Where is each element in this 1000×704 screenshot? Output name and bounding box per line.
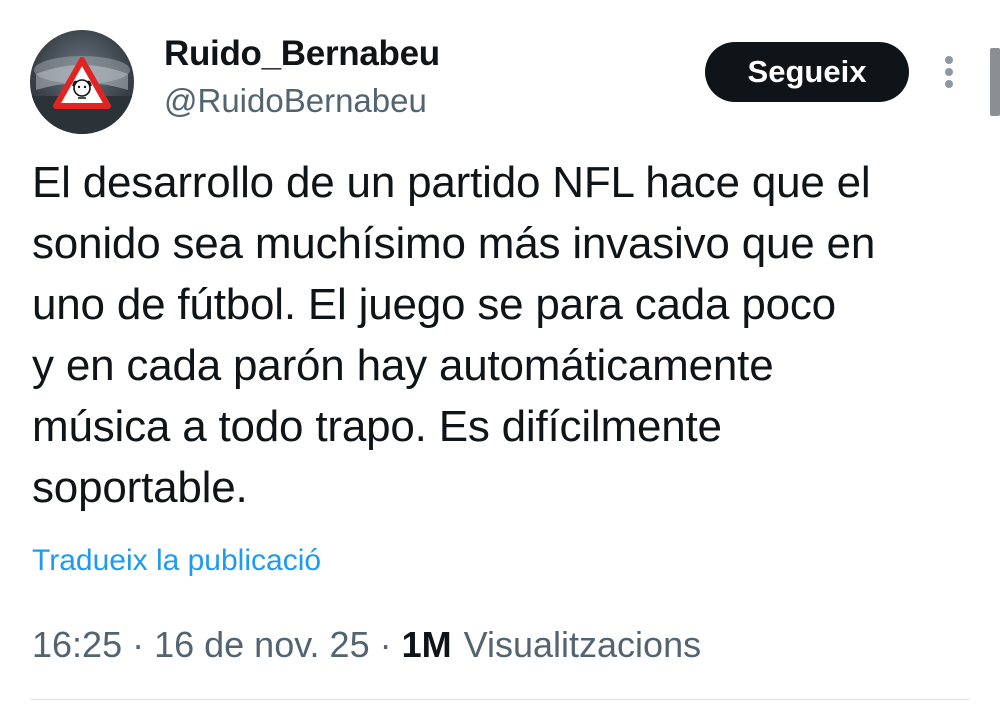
- meta-separator: ·: [132, 624, 145, 665]
- scrollbar-thumb[interactable]: [990, 48, 1000, 116]
- tweet-text-line: soportable.: [32, 463, 248, 512]
- tweet-card: Ruido_Bernabeu @RuidoBernabeu Segueix El…: [0, 0, 1000, 704]
- views-label[interactable]: Visualitzacions: [464, 624, 701, 666]
- author-handle[interactable]: @RuidoBernabeu: [164, 82, 427, 120]
- dot: [945, 56, 953, 64]
- tweet-text-line: sonido sea muchísimo más invasivo que en: [32, 219, 876, 268]
- tweet-text-line: uno de fútbol. El juego se para cada poc…: [32, 280, 836, 329]
- tweet-text: El desarrollo de un partido NFL hace que…: [32, 152, 972, 518]
- meta-separator: ·: [379, 624, 392, 665]
- tweet-text-line: y en cada parón hay automáticamente: [32, 341, 774, 390]
- tweet-date[interactable]: 16 de nov. 25: [154, 624, 370, 666]
- warning-sign-avatar-icon: [30, 56, 134, 134]
- dot: [945, 80, 953, 88]
- tweet-meta: 16:25 · 16 de nov. 25 · 1M Visualitzacio…: [32, 624, 701, 666]
- avatar[interactable]: [30, 30, 134, 134]
- tweet-text-line: música a todo trapo. Es difícilmente: [32, 402, 722, 451]
- tweet-time[interactable]: 16:25: [32, 624, 122, 666]
- dot: [945, 68, 953, 76]
- tweet-text-line: El desarrollo de un partido NFL hace que…: [32, 158, 871, 207]
- views-count[interactable]: 1M: [402, 624, 452, 666]
- translate-link[interactable]: Tradueix la publicació: [32, 544, 321, 578]
- more-vertical-icon[interactable]: [934, 52, 964, 92]
- divider: [30, 699, 970, 700]
- author-display-name[interactable]: Ruido_Bernabeu: [164, 34, 440, 74]
- follow-button[interactable]: Segueix: [705, 42, 909, 102]
